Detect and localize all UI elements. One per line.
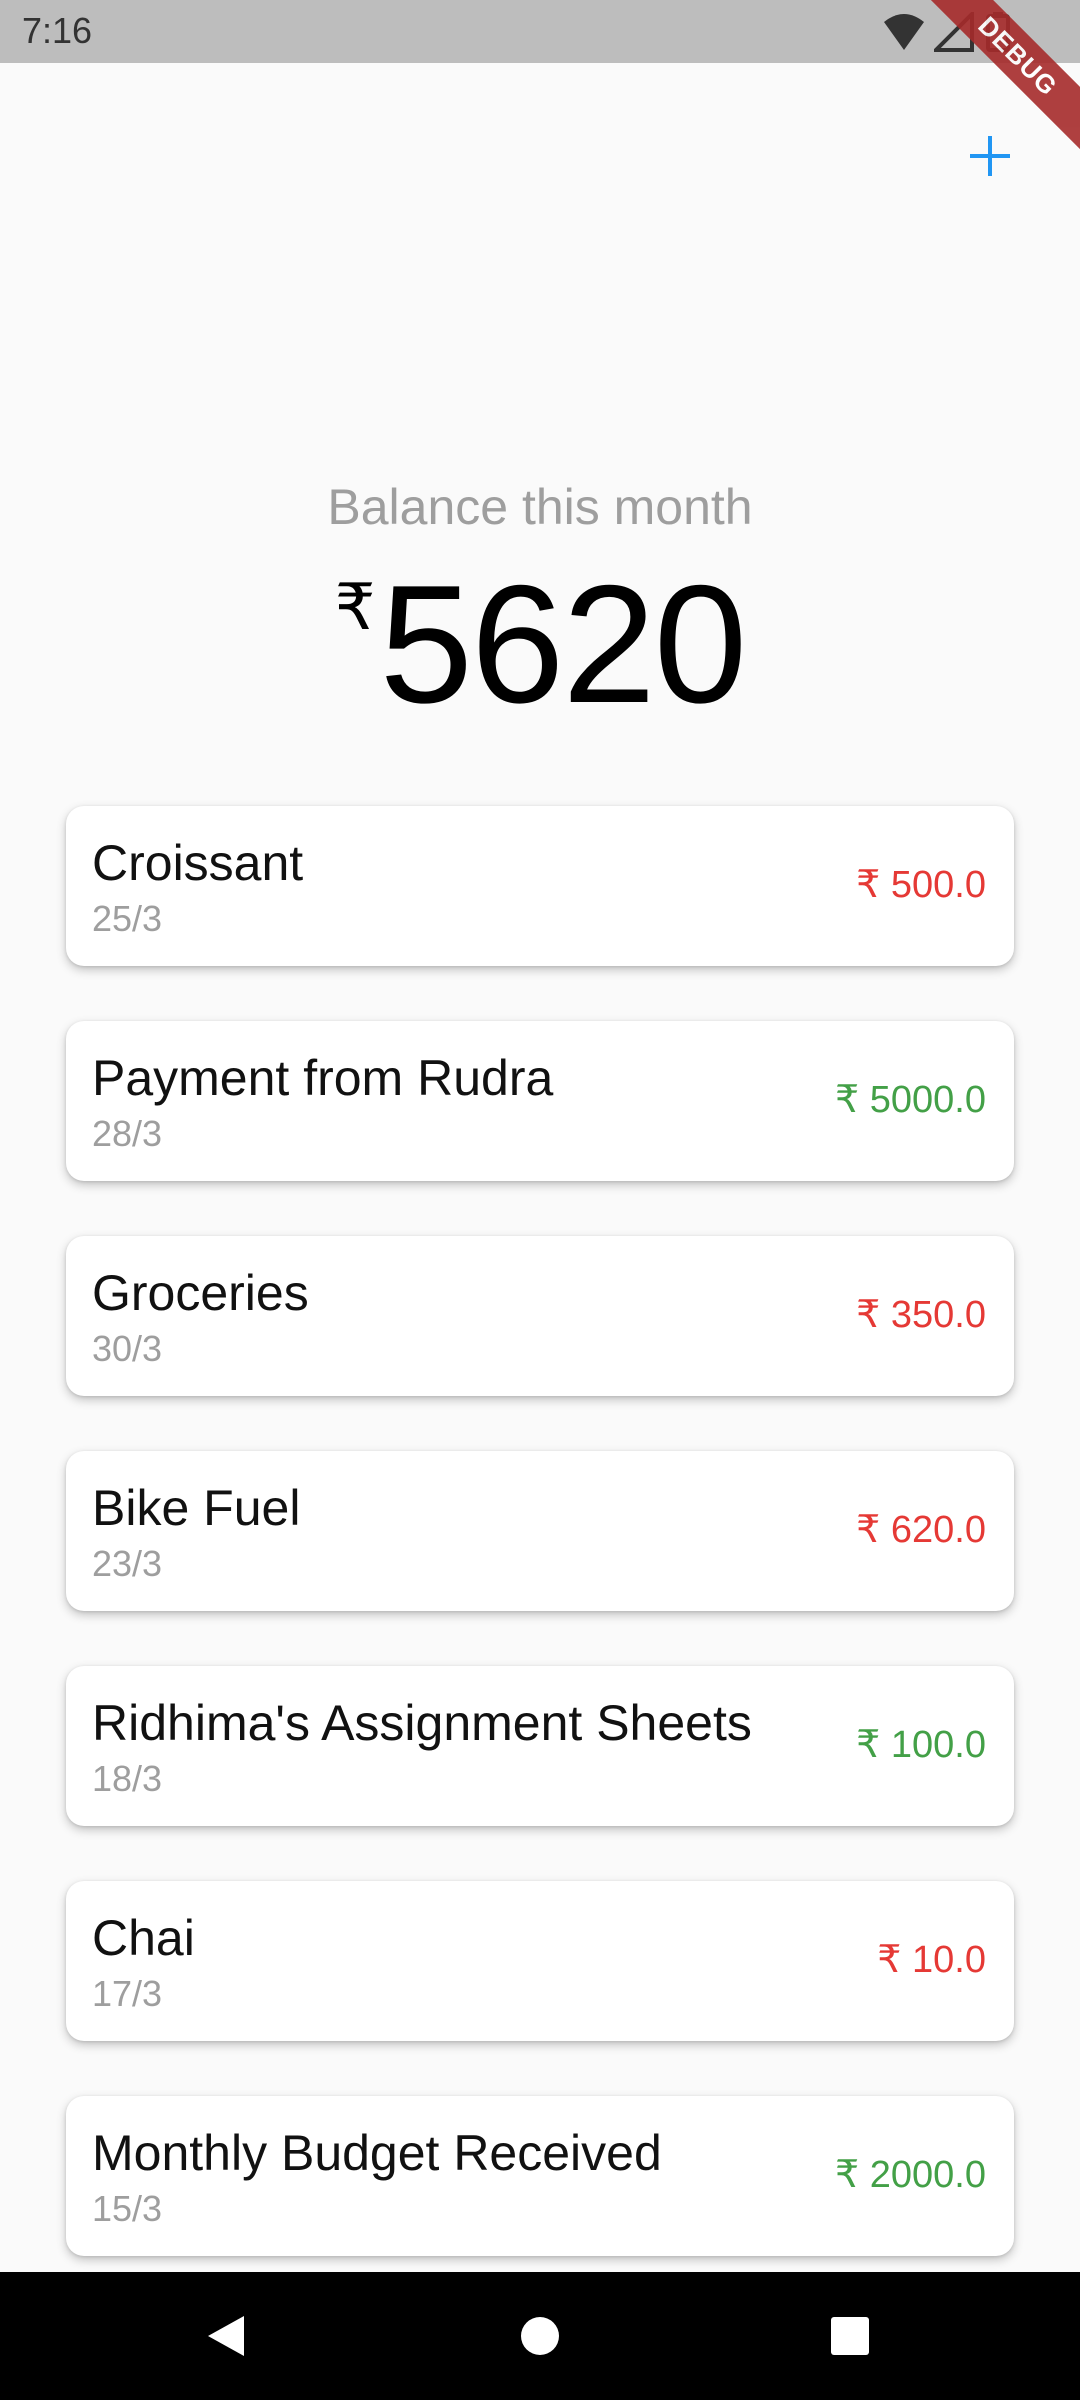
transaction-amount: ₹ 2000.0 xyxy=(835,2154,986,2196)
balance-value: 5620 xyxy=(379,550,747,738)
transaction-date: 30/3 xyxy=(92,1328,163,1369)
recents-square-icon xyxy=(831,2317,869,2355)
balance-amount: ₹5620 xyxy=(0,560,1080,728)
transaction-amount: ₹ 620.0 xyxy=(856,1509,986,1551)
plus-icon xyxy=(970,136,1010,176)
add-transaction-button[interactable] xyxy=(952,118,1028,194)
transaction-card[interactable]: Croissant 25/3 ₹ 500.0 xyxy=(66,806,1014,966)
transaction-date: 18/3 xyxy=(92,1758,163,1799)
transaction-card[interactable]: Bike Fuel 23/3 ₹ 620.0 xyxy=(66,1451,1014,1611)
recents-button[interactable] xyxy=(820,2306,880,2366)
status-time: 7:16 xyxy=(22,10,93,51)
transaction-card[interactable]: Groceries 30/3 ₹ 350.0 xyxy=(66,1236,1014,1396)
transaction-title: Croissant xyxy=(92,835,304,891)
transaction-title: Monthly Budget Received xyxy=(92,2125,662,2181)
back-button[interactable] xyxy=(196,2306,256,2366)
balance-label: Balance this month xyxy=(327,479,753,535)
status-bar: 7:16 xyxy=(0,0,1080,63)
transaction-title: Payment from Rudra xyxy=(92,1050,554,1106)
transaction-date: 15/3 xyxy=(92,2188,163,2229)
transaction-amount: ₹ 100.0 xyxy=(856,1724,986,1766)
transaction-title: Chai xyxy=(92,1910,195,1966)
transaction-amount: ₹ 10.0 xyxy=(877,1939,986,1981)
transaction-title: Groceries xyxy=(92,1265,309,1321)
transaction-amount: ₹ 5000.0 xyxy=(835,1079,986,1121)
home-circle-icon xyxy=(521,2317,559,2355)
app-screen: 7:16 DEBUG Balance this month ₹5620 Croi… xyxy=(0,0,1080,2400)
transaction-amount: ₹ 500.0 xyxy=(856,864,986,906)
transaction-title: Bike Fuel xyxy=(92,1480,301,1536)
transaction-card[interactable]: Monthly Budget Received 15/3 ₹ 2000.0 xyxy=(66,2096,1014,2256)
balance-currency: ₹ xyxy=(334,571,376,643)
transaction-card[interactable]: Ridhima's Assignment Sheets 18/3 ₹ 100.0 xyxy=(66,1666,1014,1826)
navigation-bar xyxy=(0,2272,1080,2400)
transaction-date: 17/3 xyxy=(92,1973,163,2014)
back-triangle-icon xyxy=(208,2316,244,2356)
transaction-title: Ridhima's Assignment Sheets xyxy=(92,1695,752,1751)
transaction-card[interactable]: Chai 17/3 ₹ 10.0 xyxy=(66,1881,1014,2041)
home-button[interactable] xyxy=(510,2306,570,2366)
transaction-amount: ₹ 350.0 xyxy=(856,1294,986,1336)
transaction-card[interactable]: Payment from Rudra 28/3 ₹ 5000.0 xyxy=(66,1021,1014,1181)
transaction-date: 25/3 xyxy=(92,898,163,939)
transaction-date: 28/3 xyxy=(92,1113,163,1154)
transaction-date: 23/3 xyxy=(92,1543,163,1584)
wifi-icon xyxy=(884,14,924,50)
